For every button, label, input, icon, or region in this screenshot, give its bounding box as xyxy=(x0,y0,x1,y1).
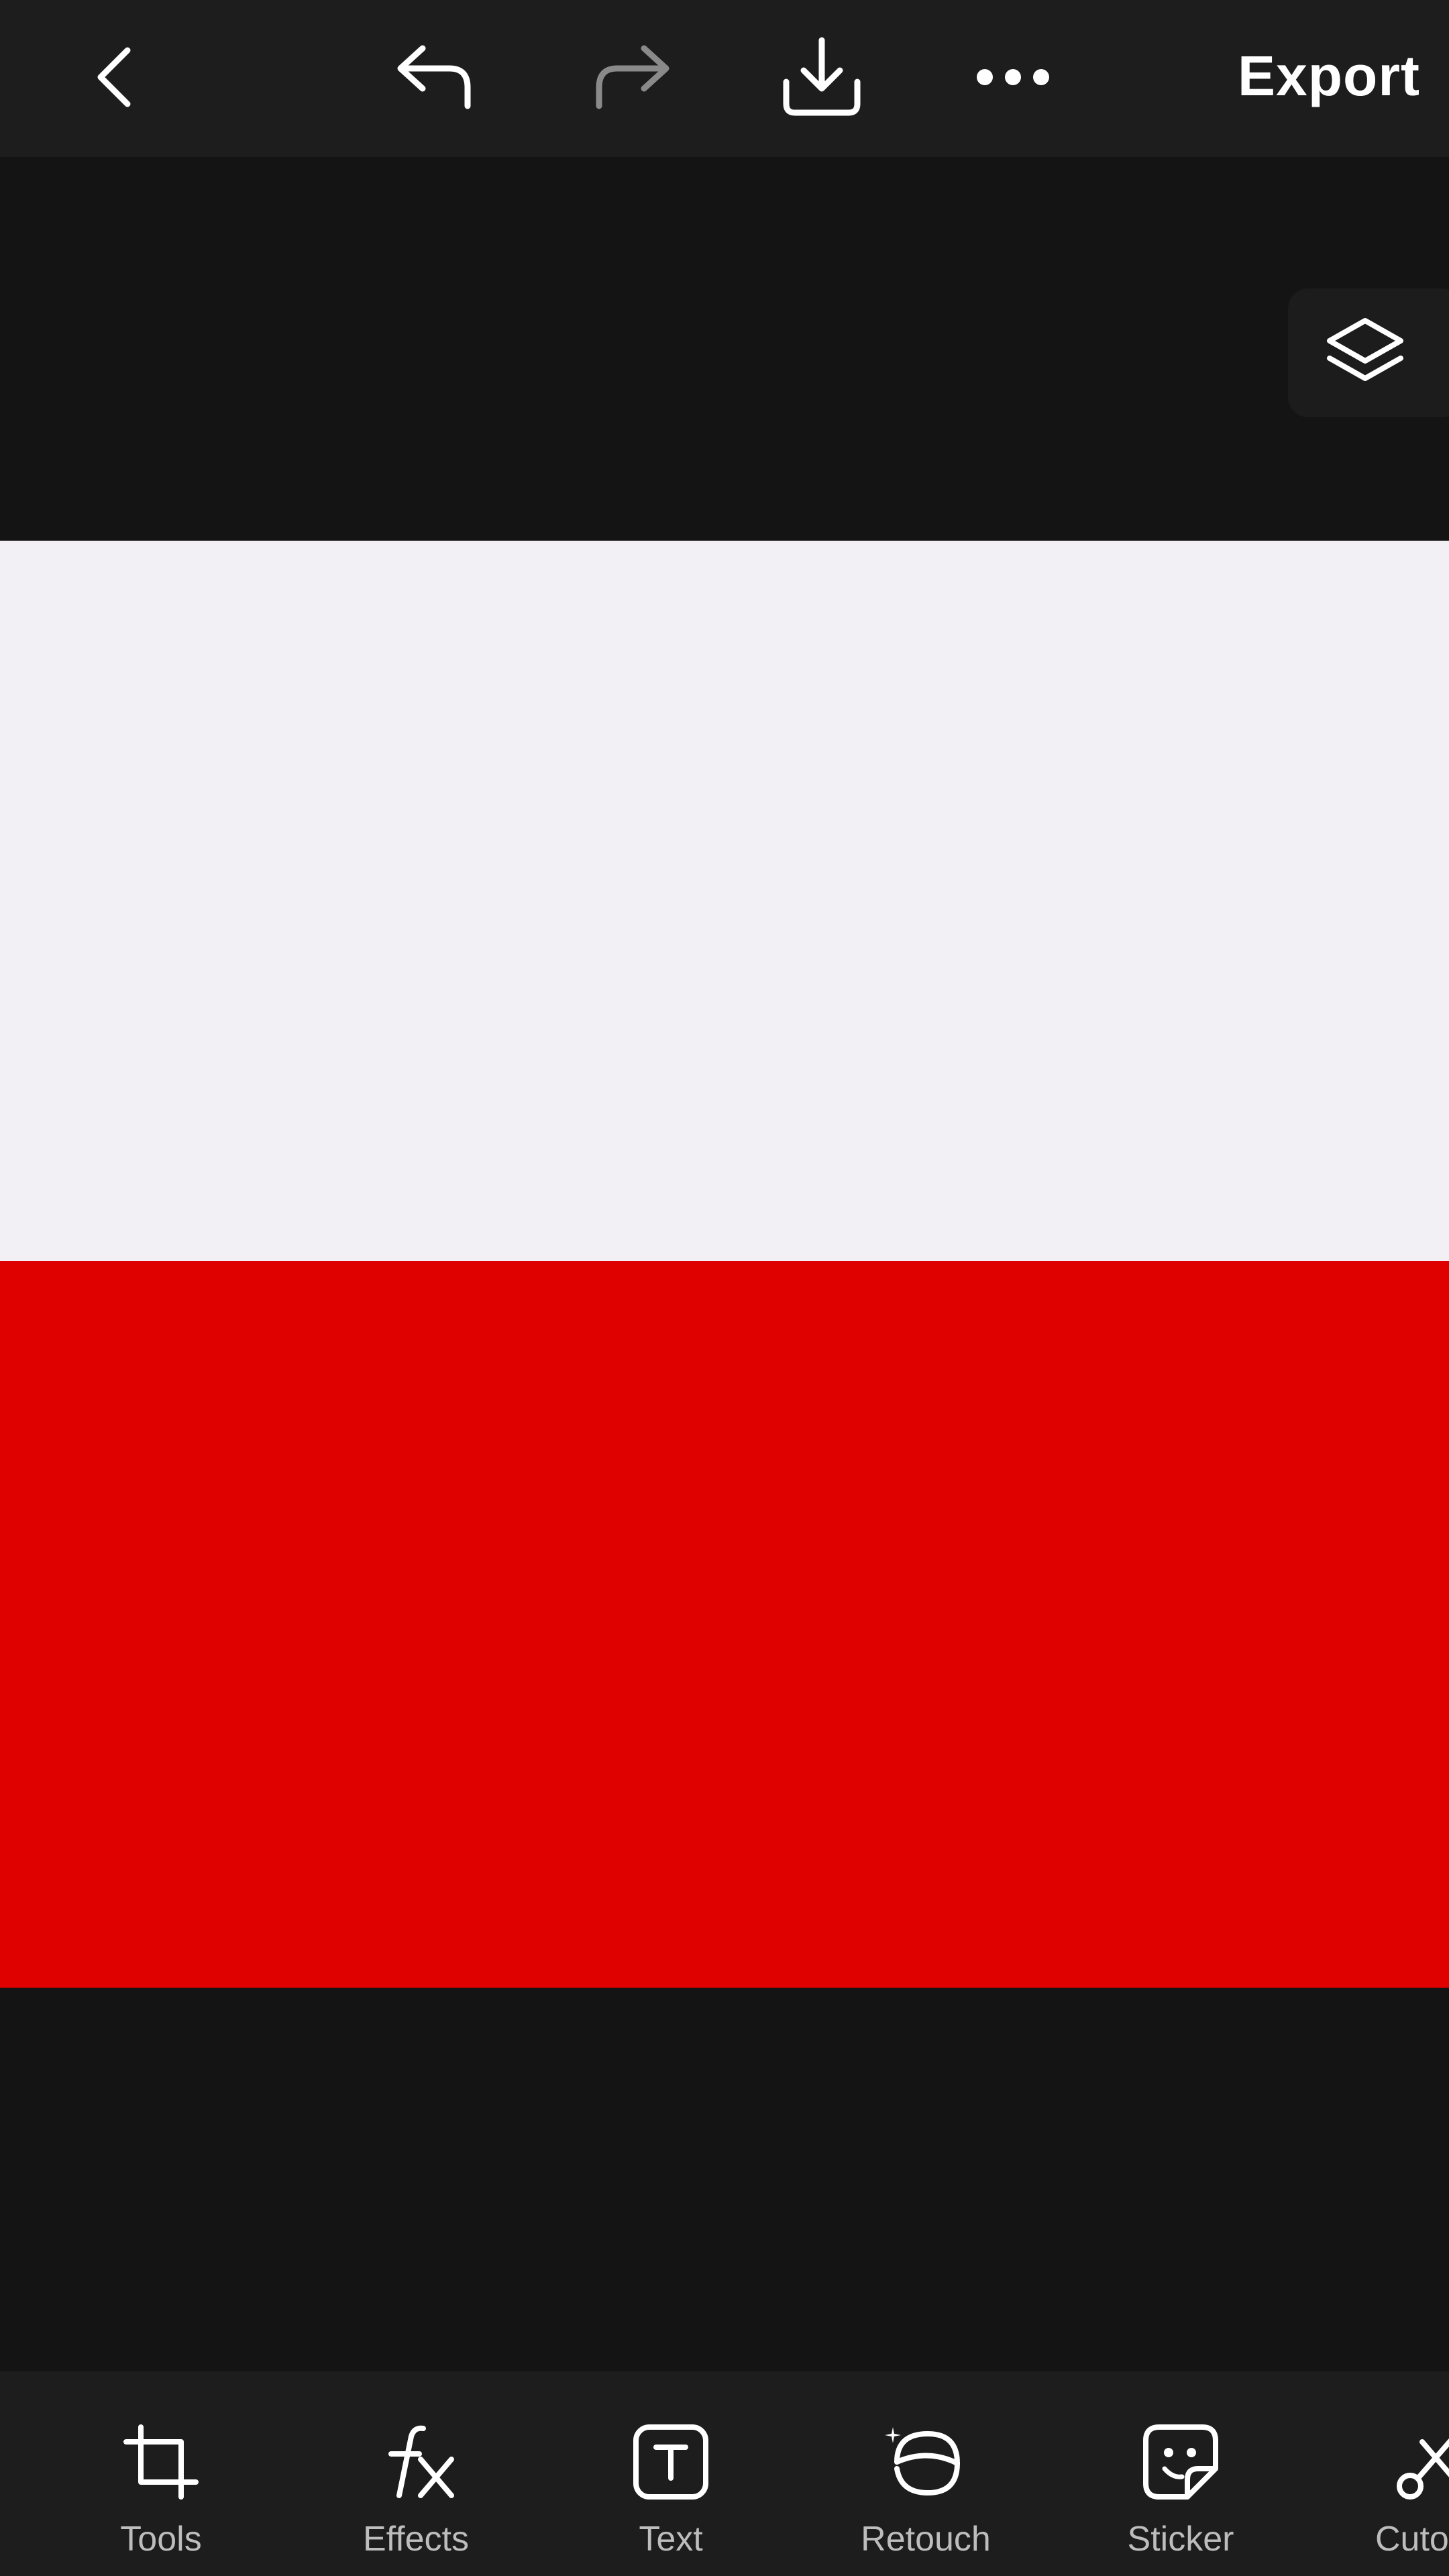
fx-icon xyxy=(388,2425,454,2498)
tool-retouch[interactable]: Retouch xyxy=(825,2371,1026,2576)
scissors-icon xyxy=(1397,2438,1449,2500)
canvas-stripe-white xyxy=(0,541,1449,1261)
more-options-button[interactable] xyxy=(966,40,1060,114)
tool-label: Text xyxy=(639,2520,703,2559)
retouch-icon xyxy=(885,2427,961,2496)
undo-icon xyxy=(397,45,471,109)
download-button[interactable] xyxy=(771,30,872,124)
tool-label: Sticker xyxy=(1127,2520,1234,2559)
export-button[interactable]: Export xyxy=(1238,25,1449,126)
back-button[interactable] xyxy=(74,34,154,121)
tool-tools[interactable]: Tools xyxy=(60,2371,262,2576)
redo-button[interactable] xyxy=(584,34,678,121)
download-icon xyxy=(783,37,861,116)
more-dots-icon xyxy=(977,69,1049,85)
redo-icon xyxy=(596,45,669,109)
sticker-icon xyxy=(1143,2424,1218,2500)
tool-text[interactable]: Text xyxy=(570,2371,771,2576)
chevron-left-icon xyxy=(97,47,131,107)
tool-label: Tools xyxy=(120,2520,202,2559)
tool-effects[interactable]: Effects xyxy=(315,2371,517,2576)
tool-label: Effects xyxy=(362,2520,469,2559)
text-icon xyxy=(633,2424,708,2500)
layers-icon xyxy=(1327,318,1403,381)
layers-button[interactable] xyxy=(1288,288,1449,417)
bottom-toolbar: Tools Effects Text Retouch Sticker Cuto xyxy=(0,2371,1449,2576)
top-toolbar: Export xyxy=(0,0,1449,157)
tool-sticker[interactable]: Sticker xyxy=(1080,2371,1281,2576)
crop-icon xyxy=(123,2424,199,2500)
tool-cutout[interactable]: Cuto xyxy=(1335,2371,1449,2576)
tool-label: Cuto xyxy=(1375,2520,1449,2559)
tool-label: Retouch xyxy=(861,2520,991,2559)
undo-button[interactable] xyxy=(389,34,483,121)
canvas-stripe-red xyxy=(0,1261,1449,1988)
